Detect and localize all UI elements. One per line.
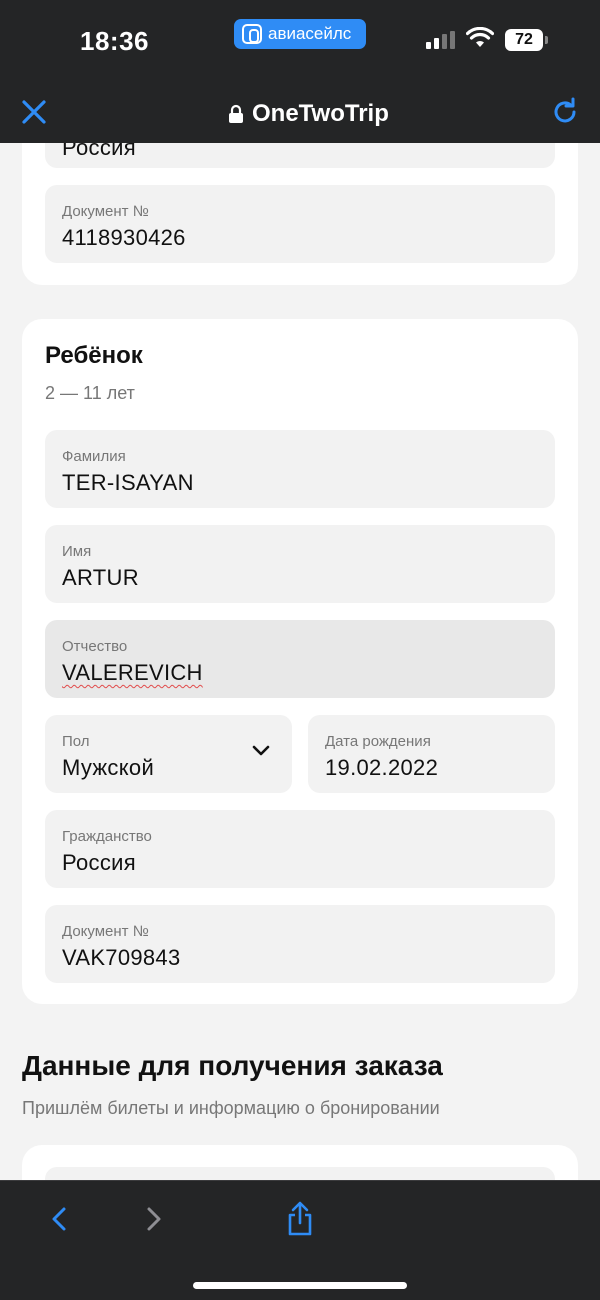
battery-level: 72: [515, 31, 533, 48]
birthdate-value: 19.02.2022: [325, 755, 439, 780]
back-icon: [52, 1207, 66, 1231]
patronymic-label: Отчество: [62, 638, 128, 655]
document-label: Документ №: [62, 923, 149, 940]
adult-citizenship-value: Россия: [62, 143, 136, 160]
aviasales-icon: [242, 24, 262, 44]
order-section-subtitle: Пришлём билеты и информацию о бронирован…: [22, 1098, 440, 1118]
forward-icon: [147, 1207, 161, 1231]
child-passenger-card: Ребёнок 2 — 11 лет Фамилия TER-ISAYAN Им…: [22, 319, 578, 1004]
share-icon: [288, 1201, 312, 1236]
child-card-title: Ребёнок: [45, 342, 143, 369]
surname-value: TER-ISAYAN: [62, 470, 194, 495]
document-field[interactable]: Документ № VAK709843: [45, 905, 555, 983]
surname-label: Фамилия: [62, 448, 126, 465]
adult-citizenship-field[interactable]: Россия: [45, 143, 555, 168]
reload-icon[interactable]: [549, 96, 581, 128]
contact-field[interactable]: [45, 1167, 555, 1180]
child-age-range: 2 — 11 лет: [45, 383, 135, 403]
patronymic-value: VALEREVICH: [62, 660, 203, 685]
status-time: 18:36: [80, 26, 149, 56]
adult-document-field[interactable]: Документ № 4118930426: [45, 185, 555, 263]
order-section-title: Данные для получения заказа: [22, 1050, 443, 1081]
page-content[interactable]: Россия Документ № 4118930426 Ребёнок 2 —…: [0, 143, 600, 1180]
name-field[interactable]: Имя ARTUR: [45, 525, 555, 603]
back-to-app-label: авиасейлс: [268, 24, 352, 43]
top-bar: 18:36 авиасейлс 72 OneTwoTrip: [0, 0, 600, 143]
adult-passenger-card: Россия Документ № 4118930426: [22, 143, 578, 285]
surname-field[interactable]: Фамилия TER-ISAYAN: [45, 430, 555, 508]
back-button[interactable]: [39, 1199, 79, 1239]
name-value: ARTUR: [62, 565, 139, 590]
birthdate-label: Дата рождения: [325, 733, 431, 750]
citizenship-field[interactable]: Гражданство Россия: [45, 810, 555, 888]
adult-document-label: Документ №: [62, 203, 149, 220]
forward-button[interactable]: [134, 1199, 174, 1239]
close-icon[interactable]: [18, 96, 50, 128]
wifi-icon: [466, 27, 494, 47]
patronymic-field[interactable]: Отчество VALEREVICH: [45, 620, 555, 698]
gender-label: Пол: [62, 733, 90, 750]
gender-value: Мужской: [62, 755, 155, 780]
lock-icon: [229, 104, 243, 123]
share-button[interactable]: [280, 1199, 320, 1239]
citizenship-label: Гражданство: [62, 828, 152, 845]
battery-indicator: 72: [505, 29, 548, 51]
birthdate-field[interactable]: Дата рождения 19.02.2022: [308, 715, 555, 793]
gender-select[interactable]: Пол Мужской: [45, 715, 292, 793]
name-label: Имя: [62, 543, 92, 560]
chevron-down-icon: [252, 745, 270, 756]
site-title: OneTwoTrip: [228, 100, 389, 128]
site-name: OneTwoTrip: [252, 100, 389, 127]
back-to-app-button[interactable]: авиасейлс: [234, 19, 366, 49]
adult-document-value: 4118930426: [62, 225, 186, 250]
cellular-signal-icon: [426, 31, 456, 49]
contact-card: [22, 1145, 578, 1180]
home-indicator[interactable]: [193, 1282, 407, 1289]
citizenship-value: Россия: [62, 850, 136, 875]
document-value: VAK709843: [62, 945, 181, 970]
